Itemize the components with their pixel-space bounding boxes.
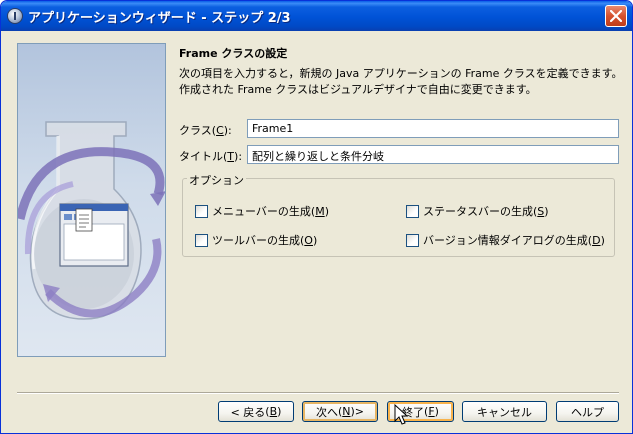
bottom-separator bbox=[17, 392, 619, 394]
menubar-mnemonic: M bbox=[315, 204, 325, 218]
about-dialog-checkbox[interactable]: バージョン情報ダイアログの生成(D) bbox=[406, 232, 605, 248]
class-label: クラス(C): bbox=[179, 124, 232, 137]
class-input[interactable]: Frame1 bbox=[247, 119, 619, 138]
menubar-checkbox[interactable]: メニューバーの生成(M) bbox=[195, 203, 329, 219]
title-label: タイトル(T): bbox=[179, 150, 243, 163]
next-button-suffix: > bbox=[354, 405, 365, 418]
class-label-text: クラス bbox=[179, 124, 212, 137]
cancel-button[interactable]: キャンセル bbox=[462, 401, 547, 422]
mouse-cursor-icon bbox=[394, 404, 408, 425]
close-button[interactable] bbox=[605, 5, 627, 27]
java-app-icon bbox=[7, 8, 23, 24]
window-title: アプリケーションウィザード - ステップ 2/3 bbox=[28, 11, 291, 26]
description: 次の項目を入力すると，新規の Java アプリケーションの Frame クラスを… bbox=[179, 66, 623, 98]
next-mnemonic: N bbox=[342, 405, 351, 418]
title-bar[interactable]: アプリケーションウィザード - ステップ 2/3 bbox=[1, 1, 632, 31]
help-button[interactable]: ヘルプ bbox=[556, 401, 619, 422]
back-button[interactable]: < 戻る(B) bbox=[218, 401, 294, 422]
section-title: Frame クラスの設定 bbox=[179, 47, 288, 60]
title-label-mnemonic: T bbox=[227, 150, 235, 163]
menubar-checkbox-label: メニューバーの生成 bbox=[212, 205, 311, 218]
toolbar-mnemonic: O bbox=[304, 233, 313, 247]
checkbox-box[interactable] bbox=[406, 233, 419, 247]
statusbar-checkbox-label: ステータスバーの生成 bbox=[423, 205, 533, 218]
wizard-window: アプリケーションウィザード - ステップ 2/3 Frame クラスの設定 次の… bbox=[0, 0, 633, 434]
options-legend: オプション bbox=[187, 172, 246, 188]
class-label-mnemonic: C bbox=[216, 124, 224, 137]
statusbar-mnemonic: S bbox=[537, 204, 545, 218]
statusbar-checkbox[interactable]: ステータスバーの生成(S) bbox=[406, 203, 549, 219]
wizard-illustration bbox=[17, 43, 166, 357]
toolbar-checkbox-label: ツールバーの生成 bbox=[212, 234, 300, 247]
about-dialog-mnemonic: D bbox=[592, 233, 601, 247]
description-line-1: 次の項目を入力すると，新規の Java アプリケーションの Frame クラスを… bbox=[179, 67, 623, 80]
next-button[interactable]: 次へ(N) > bbox=[302, 401, 378, 422]
checkbox-box[interactable] bbox=[195, 204, 208, 218]
back-button-label: < 戻る bbox=[230, 405, 266, 419]
checkbox-box[interactable] bbox=[195, 233, 208, 247]
title-label-text: タイトル bbox=[179, 150, 223, 163]
back-mnemonic: B bbox=[269, 405, 278, 418]
flask-frame-illustration-icon bbox=[18, 121, 165, 320]
description-line-2: 作成された Frame クラスはビジュアルデザイナで自由に変更できます。 bbox=[179, 83, 537, 96]
about-dialog-checkbox-label: バージョン情報ダイアログの生成 bbox=[423, 234, 588, 247]
finish-mnemonic: F bbox=[428, 405, 435, 418]
checkbox-box[interactable] bbox=[406, 204, 419, 218]
title-input[interactable]: 配列と繰り返しと条件分岐 bbox=[247, 145, 619, 164]
toolbar-checkbox[interactable]: ツールバーの生成(O) bbox=[195, 232, 317, 248]
close-icon bbox=[610, 10, 622, 22]
next-button-label: 次へ bbox=[315, 405, 338, 419]
